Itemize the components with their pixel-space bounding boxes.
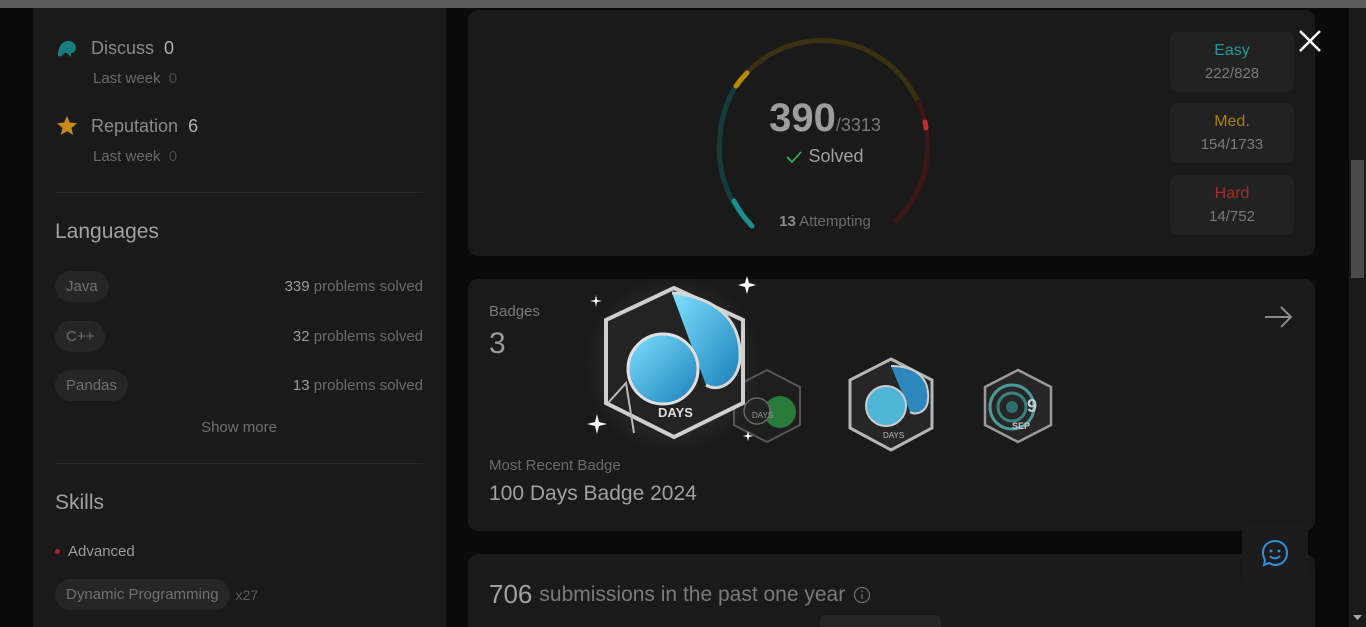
most-recent-badge-name: 100 Days Badge 2024 bbox=[489, 482, 697, 505]
close-icon[interactable] bbox=[1297, 28, 1323, 54]
profile-sidebar: Discuss 0 Last week 0 Reputation 6 Last … bbox=[33, 8, 446, 627]
hard-value: 14/752 bbox=[1209, 208, 1255, 225]
submissions-count: 706 bbox=[489, 579, 533, 609]
total-number: /3313 bbox=[835, 115, 881, 135]
skills-title: Skills bbox=[55, 491, 105, 514]
arrow-right-icon[interactable] bbox=[1263, 305, 1295, 329]
badge-days-text: DAYS bbox=[883, 431, 904, 440]
discuss-last-week-value: 0 bbox=[168, 70, 178, 87]
discuss-icon bbox=[58, 40, 76, 57]
difficulty-medium[interactable]: Med. 154/1733 bbox=[1170, 103, 1294, 163]
submissions-heading: 706 submissions in the past one year bbox=[489, 579, 871, 610]
language-tag[interactable]: Java bbox=[55, 270, 109, 302]
language-row-cpp: C++ 32 problems solved bbox=[55, 320, 423, 352]
badge-days-text: DAYS bbox=[658, 405, 693, 420]
skill-tag[interactable]: Dynamic Programming bbox=[55, 579, 230, 610]
difficulty-easy[interactable]: Easy 222/828 bbox=[1170, 32, 1294, 92]
skill-row: Dynamic Programming x27 bbox=[55, 579, 258, 610]
skill-count: x27 bbox=[235, 586, 259, 603]
languages-title: Languages bbox=[55, 220, 159, 243]
scroll-down-arrow-icon[interactable] bbox=[1352, 614, 1363, 622]
attempting-label: Attempting bbox=[799, 213, 871, 230]
check-icon bbox=[786, 150, 803, 163]
reputation-label: Reputation bbox=[91, 115, 179, 136]
sparkle-icon bbox=[743, 431, 753, 441]
discuss-value: 0 bbox=[164, 37, 175, 58]
badge-50-days-2024-icon[interactable]: DAYS bbox=[846, 356, 936, 454]
language-count-suffix: problems solved bbox=[313, 277, 423, 295]
badge-day-number: 9 bbox=[1027, 396, 1037, 416]
submissions-card: 706 submissions in the past one year bbox=[468, 554, 1315, 627]
star-icon bbox=[57, 116, 77, 135]
sparkle-icon bbox=[738, 276, 756, 294]
easy-value: 222/828 bbox=[1204, 65, 1260, 82]
reputation-stat: Reputation 6 bbox=[55, 114, 198, 138]
language-count-value: 13 bbox=[292, 376, 310, 394]
level-dot bbox=[55, 549, 60, 554]
discuss-last-week-label: Last week bbox=[93, 70, 161, 87]
language-tag[interactable]: C++ bbox=[55, 320, 106, 352]
badge-daily-challenge-icon[interactable]: 9 SEP bbox=[982, 367, 1054, 445]
hard-label: Hard bbox=[1214, 185, 1250, 202]
easy-label: Easy bbox=[1214, 42, 1250, 59]
medium-value: 154/1733 bbox=[1200, 136, 1264, 153]
submissions-text: submissions in the past one year bbox=[539, 582, 846, 606]
chat-smile-icon bbox=[1261, 539, 1289, 567]
language-count-suffix: problems solved bbox=[313, 327, 423, 345]
solved-number: 390 bbox=[769, 96, 836, 140]
language-count: 13 problems solved bbox=[293, 377, 423, 394]
badge-100-days-icon[interactable]: DAYS bbox=[568, 273, 768, 449]
most-recent-badge-label: Most Recent Badge bbox=[489, 457, 621, 474]
attempting-row: 13 Attempting bbox=[715, 213, 935, 230]
skill-level-label: Advanced bbox=[68, 543, 135, 560]
language-tag[interactable]: Pandas bbox=[55, 369, 128, 401]
attempting-count: 13 bbox=[779, 213, 796, 230]
discuss-stat: Discuss 0 bbox=[55, 36, 174, 60]
language-row-java: Java 339 problems solved bbox=[55, 270, 423, 302]
language-count: 339 problems solved bbox=[285, 278, 423, 295]
badges-card: Badges 3 DAYS DAYS DAYS 9 SEP Most Recen… bbox=[468, 275, 1315, 531]
reputation-value: 6 bbox=[188, 115, 199, 136]
info-icon[interactable] bbox=[853, 586, 871, 604]
solved-progress-card: 390/3313 Solved 13 Attempting Easy 222/8… bbox=[468, 10, 1315, 256]
divider bbox=[55, 463, 423, 464]
solved-label: Solved bbox=[808, 146, 864, 166]
scrollbar-thumb[interactable] bbox=[1351, 160, 1364, 278]
language-row-pandas: Pandas 13 problems solved bbox=[55, 369, 423, 401]
scrollbar-track[interactable] bbox=[1349, 8, 1366, 627]
language-count: 32 problems solved bbox=[293, 328, 423, 345]
discuss-last-week: Last week 0 bbox=[93, 70, 177, 87]
discuss-label: Discuss bbox=[91, 37, 155, 58]
reputation-last-week-value: 0 bbox=[168, 148, 178, 165]
sparkle-icon bbox=[590, 295, 602, 307]
badge-month-text: SEP bbox=[1012, 421, 1030, 431]
solved-count: 390/3313 bbox=[715, 96, 935, 141]
show-more-button[interactable]: Show more bbox=[55, 419, 423, 436]
language-count-value: 339 bbox=[284, 277, 310, 295]
language-count-value: 32 bbox=[292, 327, 310, 345]
badges-count: 3 bbox=[489, 327, 506, 360]
skill-level-advanced: Advanced bbox=[55, 543, 135, 560]
divider bbox=[55, 192, 423, 193]
medium-label: Med. bbox=[1214, 113, 1250, 130]
reputation-last-week-label: Last week bbox=[93, 148, 161, 165]
year-selector[interactable] bbox=[820, 615, 941, 627]
solved-label-row: Solved bbox=[715, 146, 935, 167]
reputation-last-week: Last week 0 bbox=[93, 148, 177, 165]
chat-button[interactable] bbox=[1242, 522, 1308, 584]
difficulty-hard[interactable]: Hard 14/752 bbox=[1170, 175, 1294, 235]
language-count-suffix: problems solved bbox=[313, 376, 423, 394]
overlay-top-bar bbox=[0, 0, 1366, 8]
badges-label: Badges bbox=[489, 303, 540, 320]
